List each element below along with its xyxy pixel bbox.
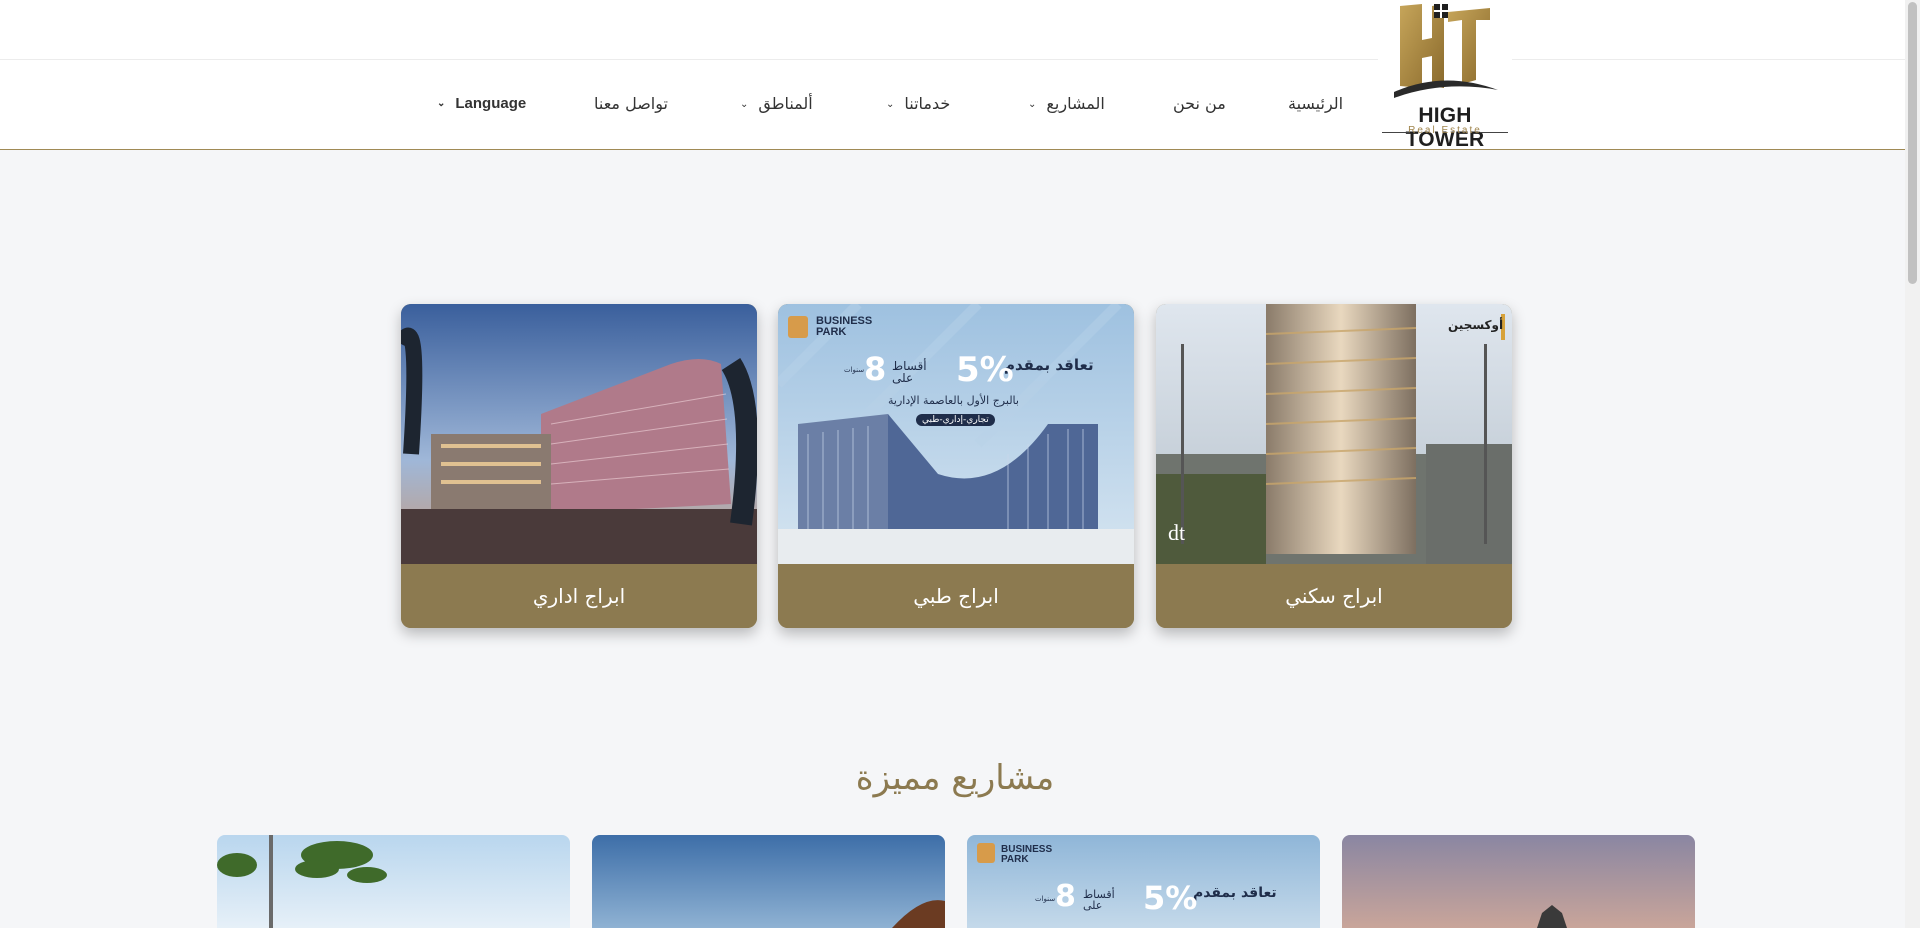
nav-contact-label: تواصل معنا (594, 94, 668, 113)
medical-promo-tag: تجاري-إداري-طبي (916, 414, 995, 426)
nav-language-label: Language (455, 95, 527, 112)
administrative-tower-image (401, 304, 757, 564)
category-label: ابراج اداري (401, 564, 757, 628)
medical-badge: BUSINESS PARK (816, 315, 873, 338)
project-promo-years: 8 (1055, 879, 1076, 914)
medical-promo-subline: بالبرج الأول بالعاصمة الإدارية (888, 394, 1019, 407)
nav-services-label: خدماتنا (904, 94, 951, 113)
project-promo-years-unit: سنوات (1035, 895, 1056, 903)
nav-areas[interactable]: ⌄ ألمناطق (740, 92, 813, 116)
category-card-administrative[interactable]: ابراج اداري (401, 304, 757, 628)
medical-promo-installment: أقساط على (892, 359, 927, 385)
featured-projects-title: مشاريع مميزة (855, 758, 1055, 798)
scrollbar-thumb[interactable] (1908, 2, 1917, 284)
featured-project-card[interactable] (217, 835, 570, 928)
project-promo-installment: أقساط على (1083, 888, 1115, 912)
chevron-down-icon: ⌄ (740, 98, 749, 110)
medical-promo-years: 8 (864, 350, 887, 388)
project-badge: BUSINESS PARK (1001, 844, 1053, 865)
category-label: ابراج طبي (778, 564, 1134, 628)
medical-promo-years-unit: سنوات (844, 366, 865, 374)
chevron-down-icon: ⌄ (1028, 98, 1037, 110)
residential-logo-text: dt (1168, 520, 1186, 545)
logo-tagline: Real Estate (1378, 125, 1512, 136)
logo[interactable]: HIGH TOWER Real Estate (1378, 0, 1512, 151)
nav-home-label: الرئيسية (1288, 94, 1344, 113)
category-label: ابراج سكني (1156, 564, 1512, 628)
featured-project-card[interactable] (592, 835, 945, 928)
category-card-residential[interactable]: أوكسجين dt ابراج سكني (1156, 304, 1512, 628)
category-card-medical[interactable]: BUSINESS PARK تعاقد بمقدم 5% 8 سنوات أقس… (778, 304, 1134, 628)
nav-services[interactable]: ⌄ خدماتنا (886, 92, 950, 116)
main-navbar (0, 60, 1905, 150)
nav-projects-label: المشاريع (1046, 94, 1105, 113)
project-image (592, 835, 945, 928)
residential-badge: أوكسجين (1448, 318, 1504, 332)
nav-contact[interactable]: تواصل معنا (594, 92, 668, 116)
nav-about-label: من نحن (1173, 94, 1226, 113)
residential-tower-image (1156, 304, 1512, 564)
medical-promo-percent: 5% (956, 350, 1014, 390)
nav-areas-label: ألمناطق (758, 94, 813, 113)
featured-project-card[interactable] (1342, 835, 1695, 928)
page-scrollbar[interactable] (1905, 0, 1920, 928)
project-image (1342, 835, 1695, 928)
top-bar (0, 0, 1905, 60)
nav-projects[interactable]: ⌄ المشاريع (1028, 92, 1105, 116)
medical-tower-image (778, 304, 1134, 564)
project-image (217, 835, 570, 928)
nav-home[interactable]: الرئيسية (1288, 92, 1343, 116)
chevron-down-icon: ⌄ (886, 98, 895, 110)
medical-promo-headline: تعاقد بمقدم (1004, 356, 1094, 374)
featured-project-card[interactable]: BUSINESS PARK تعاقد بمقدم 5% 8 سنوات أقس… (967, 835, 1320, 928)
project-promo-percent: 5% (1143, 879, 1198, 917)
project-promo-headline: تعاقد بمقدم (1193, 885, 1277, 901)
logo-mark-icon (1394, 4, 1498, 98)
nav-about[interactable]: من نحن (1173, 92, 1226, 116)
chevron-down-icon: ⌄ (437, 98, 446, 110)
nav-language[interactable]: ⌄ Language (437, 92, 526, 116)
